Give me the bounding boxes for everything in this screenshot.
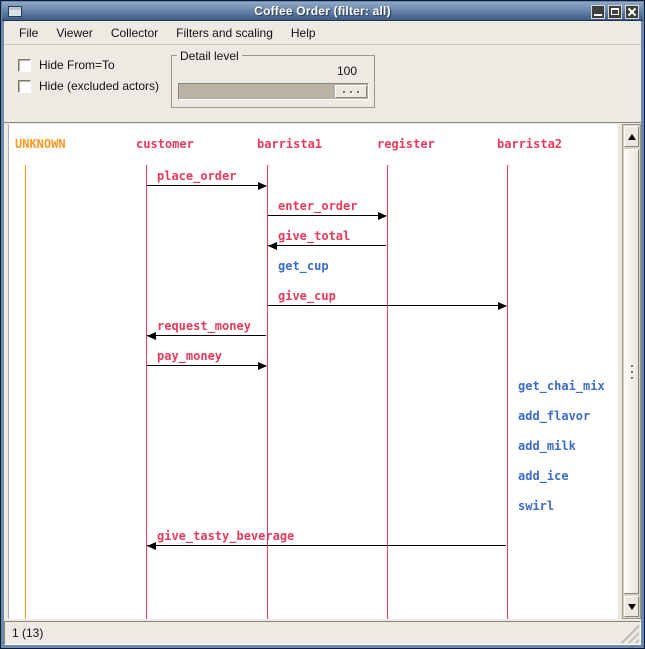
actor-label-register[interactable]: register: [377, 137, 435, 151]
grip-dot-icon: [631, 371, 633, 373]
grip-dot-icon: [343, 91, 345, 93]
detail-level-groupbox: Detail level 100: [171, 55, 375, 108]
window-title: Coffee Order (filter: all): [2, 4, 643, 18]
maximize-icon[interactable]: [608, 5, 622, 19]
message-arrow-give-total: [268, 245, 386, 246]
event-label-get-chai-mix[interactable]: get_chai_mix: [518, 379, 605, 393]
actor-label-customer[interactable]: customer: [136, 137, 194, 151]
message-arrow-place-order: [147, 185, 266, 186]
event-label-place-order[interactable]: place_order: [157, 169, 236, 183]
event-label-add-ice[interactable]: add_ice: [518, 469, 569, 483]
arrowhead-icon: [498, 302, 507, 310]
event-label-give-total[interactable]: give_total: [278, 229, 350, 243]
message-arrow-give-cup: [268, 305, 506, 306]
arrow-down-icon: [628, 604, 636, 610]
grip-dot-icon: [350, 91, 352, 93]
titlebar-buttons: [591, 5, 639, 19]
message-arrow-request-money: [147, 335, 266, 336]
lifeline-register: [387, 165, 388, 619]
menubar: FileViewerCollectorFilters and scalingHe…: [4, 21, 641, 45]
hide-excluded-actors-row[interactable]: Hide (excluded actors): [18, 79, 159, 93]
hide-from-to-label[interactable]: Hide From=To: [39, 58, 115, 72]
sequence-canvas[interactable]: UNKNOWN customer barrista1 register barrista…: [8, 124, 618, 619]
scroll-up-button[interactable]: [624, 126, 639, 147]
lifeline-barrista2: [507, 165, 508, 619]
event-label-give-tasty-beverage[interactable]: give_tasty_beverage: [157, 529, 294, 543]
detail-level-slider[interactable]: [178, 83, 369, 100]
event-label-add-flavor[interactable]: add_flavor: [518, 409, 590, 423]
window-icon[interactable]: [8, 6, 22, 17]
lifeline-customer: [146, 165, 147, 619]
main-area: UNKNOWN customer barrista1 register barrista…: [4, 122, 641, 620]
grip-dot-icon: [631, 365, 633, 367]
menu-item-viewer[interactable]: Viewer: [47, 22, 101, 44]
scrollbar-thumb[interactable]: [624, 149, 639, 594]
event-label-add-milk[interactable]: add_milk: [518, 439, 576, 453]
arrowhead-icon: [147, 332, 156, 340]
hide-from-to-checkbox[interactable]: [18, 59, 31, 72]
app-window: Coffee Order (filter: all) FileViewerCol…: [0, 0, 645, 649]
arrowhead-icon: [268, 242, 277, 250]
lifeline-barrista1: [267, 165, 268, 619]
arrow-up-icon: [628, 134, 636, 140]
event-label-get-cup[interactable]: get_cup: [278, 259, 329, 273]
close-icon[interactable]: [625, 5, 639, 19]
actor-label-barrista1[interactable]: barrista1: [257, 137, 322, 151]
scroll-down-button[interactable]: [624, 596, 639, 617]
event-label-swirl[interactable]: swirl: [518, 499, 554, 513]
hide-excluded-actors-checkbox[interactable]: [18, 80, 31, 93]
menu-item-filters-and-scaling[interactable]: Filters and scaling: [167, 22, 282, 44]
statusbar: 1 (13): [4, 621, 641, 645]
status-text: 1 (13): [12, 626, 43, 640]
resize-grip[interactable]: [617, 621, 639, 643]
event-label-request-money[interactable]: request_money: [157, 319, 251, 333]
message-arrow-pay-money: [147, 365, 266, 366]
message-arrow-enter-order: [268, 215, 386, 216]
grip-dot-icon: [357, 91, 359, 93]
message-arrow-give-tasty-beverage: [147, 545, 506, 546]
menu-item-collector[interactable]: Collector: [102, 22, 167, 44]
window-body: FileViewerCollectorFilters and scalingHe…: [4, 21, 641, 645]
arrowhead-icon: [378, 212, 387, 220]
actor-label-unknown[interactable]: UNKNOWN: [15, 137, 66, 151]
hide-excluded-actors-label[interactable]: Hide (excluded actors): [39, 79, 159, 93]
actor-label-barrista2[interactable]: barrista2: [497, 137, 562, 151]
lifeline-unknown: [25, 165, 26, 619]
menu-item-file[interactable]: File: [10, 22, 47, 44]
arrowhead-icon: [147, 542, 156, 550]
event-label-pay-money[interactable]: pay_money: [157, 349, 222, 363]
event-label-enter-order[interactable]: enter_order: [278, 199, 357, 213]
minimize-icon[interactable]: [591, 5, 605, 19]
detail-level-label: Detail level: [177, 49, 242, 63]
titlebar[interactable]: Coffee Order (filter: all): [2, 2, 643, 21]
menu-item-help[interactable]: Help: [282, 22, 325, 44]
toolbar: Hide From=To Hide (excluded actors) Deta…: [4, 46, 641, 122]
arrowhead-icon: [258, 182, 267, 190]
grip-dot-icon: [631, 377, 633, 379]
hide-from-to-row[interactable]: Hide From=To: [18, 58, 115, 72]
arrowhead-icon: [258, 362, 267, 370]
detail-level-slider-handle[interactable]: [335, 85, 367, 98]
event-label-give-cup[interactable]: give_cup: [278, 289, 336, 303]
vertical-scrollbar[interactable]: [622, 124, 641, 619]
detail-level-value: 100: [337, 64, 357, 78]
